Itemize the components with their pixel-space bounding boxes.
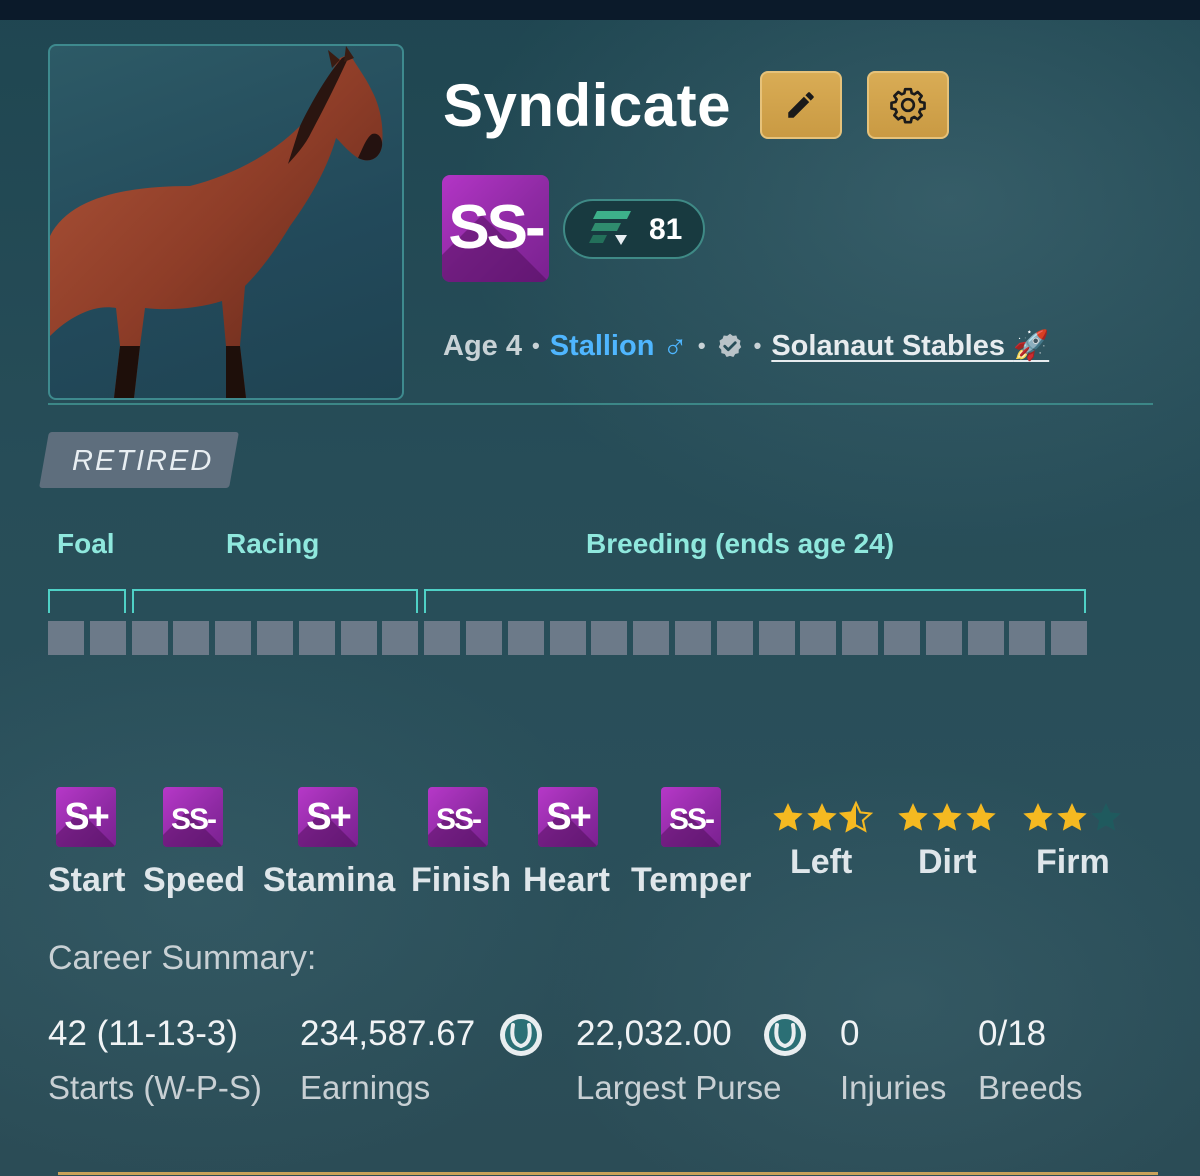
settings-button[interactable] — [867, 71, 949, 139]
career-breeds-value: 0/18 — [978, 1014, 1047, 1053]
lifecycle-cell — [675, 621, 711, 655]
stat-label-start: Start — [48, 861, 126, 899]
lifecycle-cell — [424, 621, 461, 655]
bottom-divider — [58, 1172, 1158, 1175]
status-label: RETIRED — [72, 445, 214, 477]
lifecycle-cell — [800, 621, 837, 655]
lifecycle-cell — [466, 621, 502, 655]
career-largest-purse-value: 22,032.00 — [576, 1014, 732, 1053]
stat-grade-stamina: S+ — [298, 787, 358, 847]
preference-stars-dirt — [895, 800, 997, 834]
overall-grade-badge: SS- — [442, 175, 549, 282]
currency-icon — [764, 1014, 806, 1056]
lifecycle-cell — [382, 621, 419, 655]
preference-stars-left — [770, 800, 874, 834]
career-earnings-label: Earnings — [300, 1069, 431, 1106]
lifecycle-cell — [842, 621, 879, 655]
stat-grade-finish: SS- — [428, 787, 488, 847]
star-icon — [898, 803, 928, 831]
separator: • — [753, 333, 762, 358]
phase-label-breeding: Breeding (ends age 24) — [586, 528, 895, 559]
star-icon — [1057, 803, 1087, 831]
star-icon — [932, 803, 962, 831]
career-largest-purse-label: Largest Purse — [576, 1069, 782, 1106]
pencil-icon — [788, 92, 814, 118]
rating-pill[interactable]: 81 — [563, 199, 705, 259]
star-icon — [838, 800, 874, 833]
lifecycle-cell — [758, 621, 795, 655]
star-icon — [1091, 803, 1121, 831]
verified-icon — [718, 333, 741, 357]
lifecycle-cell — [967, 621, 1004, 655]
lifecycle-cell — [884, 621, 920, 655]
stat-label-temper: Temper — [631, 861, 752, 899]
separator: • — [697, 333, 706, 358]
stat-grade-speed: SS- — [163, 787, 223, 847]
lifecycle-cell — [716, 621, 753, 655]
lifecycle-cell — [507, 621, 544, 655]
stat-label-stamina: Stamina — [263, 861, 396, 899]
stable-link[interactable]: Solanaut Stables 🚀 — [771, 329, 1049, 363]
star-icon — [1023, 803, 1053, 831]
career-summary-title: Career Summary: — [48, 939, 317, 977]
stat-label-speed: Speed — [143, 861, 246, 899]
career-starts-label: Starts (W-P-S) — [48, 1069, 262, 1106]
rocket-icon: 🚀 — [1013, 330, 1050, 362]
stat-grade-temper: SS- — [661, 787, 721, 847]
career-breeds-label: Breeds — [978, 1069, 1083, 1106]
star-icon — [966, 803, 996, 831]
lifecycle-cell — [549, 621, 586, 655]
currency-icon — [500, 1014, 542, 1056]
horse-meta: Age 4 • Stallion ♂ • • Solanaut Stables … — [443, 324, 1049, 368]
lifecycle-cell — [298, 621, 335, 655]
stat-grade-heart: S+ — [538, 787, 598, 847]
lifecycle-cell — [925, 621, 962, 655]
stable-name: Solanaut Stables — [771, 330, 1005, 362]
lifecycle-cell — [257, 621, 293, 655]
preference-label-dirt: Dirt — [918, 843, 977, 881]
preference-stars-firm — [1020, 800, 1122, 834]
rating-logo-icon — [589, 211, 631, 245]
preference-label-left: Left — [790, 843, 853, 881]
horse-name: Syndicate — [443, 72, 731, 139]
phase-bracket-breeding — [424, 589, 1086, 613]
star-icon — [773, 803, 803, 831]
preference-label-firm: Firm — [1036, 843, 1110, 881]
lifecycle-cell — [173, 621, 210, 655]
lifecycle-cell — [215, 621, 252, 655]
career-injuries-label: Injuries — [840, 1069, 947, 1106]
lifecycle-cell — [131, 621, 168, 655]
phase-label-foal: Foal — [57, 528, 115, 559]
stat-label-heart: Heart — [523, 861, 610, 899]
age-label: Age 4 — [443, 329, 522, 362]
header-divider — [48, 403, 1153, 405]
career-injuries-value: 0 — [840, 1014, 860, 1053]
lifecycle-cell — [633, 621, 670, 655]
lifecycle-cell — [89, 621, 126, 655]
phase-bracket-racing — [132, 589, 418, 613]
lifecycle-cell — [1009, 621, 1046, 655]
gear-icon — [890, 87, 926, 124]
phase-bracket-foal — [48, 589, 126, 613]
top-bar — [0, 0, 1200, 20]
lifecycle-cell — [1051, 621, 1088, 655]
horse-portrait — [48, 44, 404, 400]
lifecycle-cell — [48, 621, 84, 655]
horse-image — [50, 46, 383, 398]
male-icon: ♂ — [662, 326, 688, 365]
career-earnings-value: 234,587.67 — [300, 1014, 476, 1053]
lifecycle-cell — [340, 621, 377, 655]
lifecycle-cell — [591, 621, 628, 655]
career-starts-value: 42 (11-13-3) — [48, 1014, 239, 1053]
separator: • — [531, 333, 540, 358]
overall-grade: SS- — [448, 193, 545, 262]
phase-label-racing: Racing — [226, 528, 320, 559]
star-icon — [807, 803, 837, 831]
sex-label: Stallion — [549, 329, 655, 362]
rating-value: 81 — [649, 213, 683, 246]
edit-name-button[interactable] — [760, 71, 842, 139]
stat-label-finish: Finish — [411, 861, 512, 899]
stat-grade-start: S+ — [56, 787, 116, 847]
